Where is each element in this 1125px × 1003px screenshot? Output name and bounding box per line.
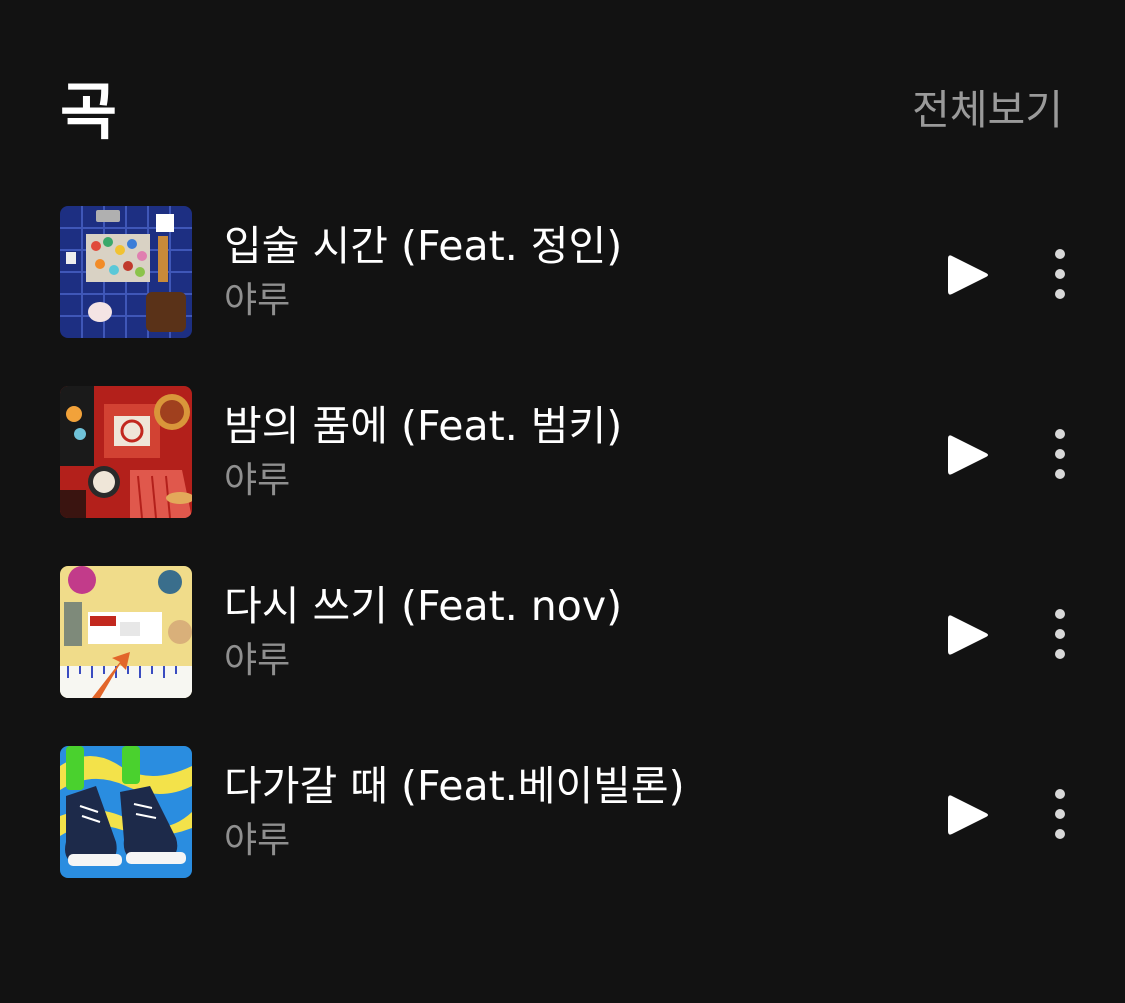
more-vertical-icon [1055,429,1065,479]
play-button[interactable] [942,610,994,660]
song-artist[interactable]: 야루 [224,458,290,504]
more-vertical-icon [1055,609,1065,659]
song-artist[interactable]: 야루 [224,818,290,864]
section-title: 곡 [60,75,118,148]
more-vertical-icon [1055,249,1065,299]
song-title: 입술 시간 (Feat. 정인) [224,222,623,270]
play-icon [948,795,988,835]
more-vertical-icon [1055,789,1065,839]
play-button[interactable] [942,790,994,840]
play-icon [948,435,988,475]
song-title: 밤의 품에 (Feat. 범키) [224,402,623,450]
album-art[interactable] [60,386,192,518]
song-row[interactable]: 다시 쓰기 (Feat. nov) 야루 [60,566,1065,699]
song-title: 다시 쓰기 (Feat. nov) [224,582,623,630]
play-button[interactable] [942,250,994,300]
song-artist[interactable]: 야루 [224,278,290,324]
song-row[interactable]: 밤의 품에 (Feat. 범키) 야루 [60,386,1065,519]
album-art[interactable] [60,566,192,698]
view-all-link[interactable]: 전체보기 [912,72,1063,148]
play-icon [948,615,988,655]
more-options-button[interactable] [1044,786,1076,842]
album-art[interactable] [60,206,192,338]
more-options-button[interactable] [1044,606,1076,662]
songs-screen: 곡 전체보기 입술 시간 (Feat. 정인) 야루 밤의 품에 (Feat. … [0,0,1125,1003]
play-icon [948,255,988,295]
song-list: 입술 시간 (Feat. 정인) 야루 밤의 품에 (Feat. 범키) 야루 … [60,206,1065,926]
more-options-button[interactable] [1044,246,1076,302]
song-title: 다가갈 때 (Feat.베이빌론) [224,762,685,810]
song-row[interactable]: 다가갈 때 (Feat.베이빌론) 야루 [60,746,1065,879]
play-button[interactable] [942,430,994,480]
song-artist[interactable]: 야루 [224,638,290,684]
album-art[interactable] [60,746,192,878]
more-options-button[interactable] [1044,426,1076,482]
song-row[interactable]: 입술 시간 (Feat. 정인) 야루 [60,206,1065,339]
section-header: 곡 전체보기 [60,72,1065,152]
